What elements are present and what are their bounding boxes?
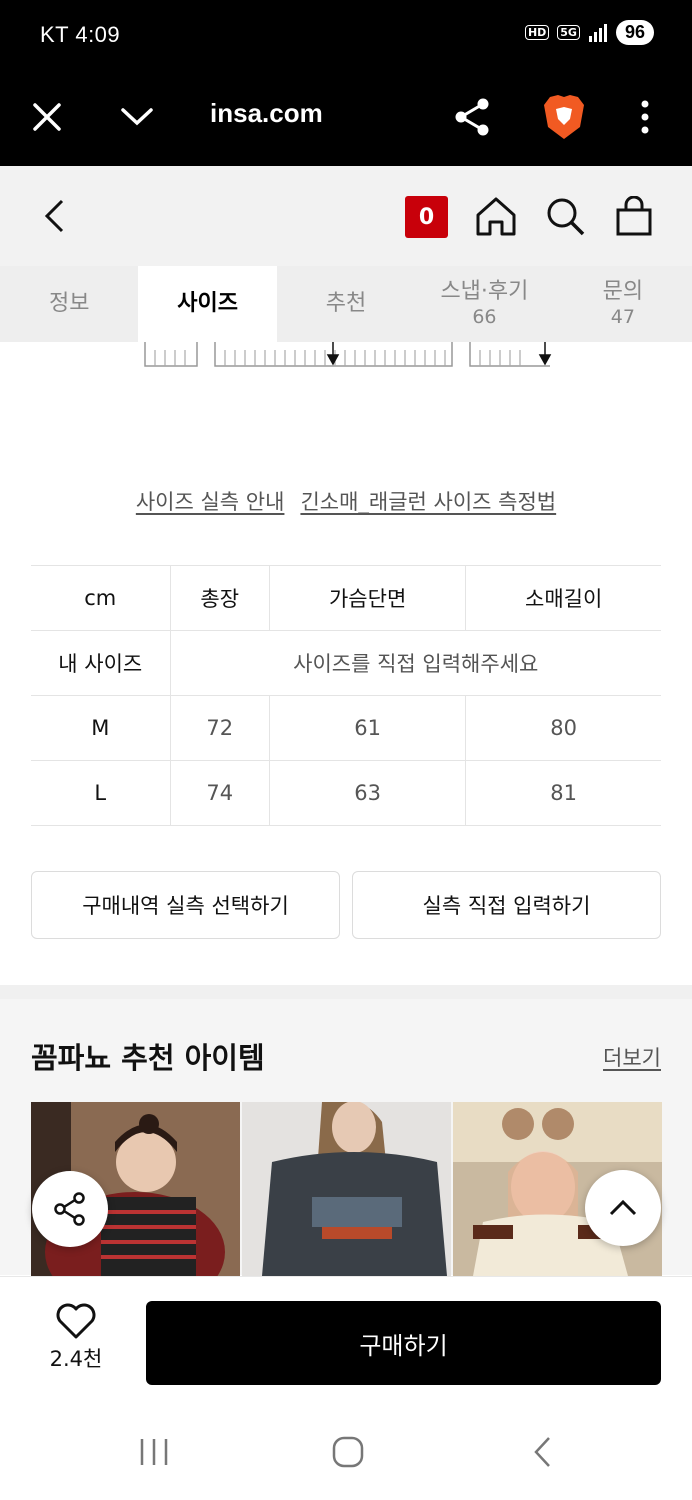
tab-size[interactable]: 사이즈 <box>138 266 277 342</box>
size-label: L <box>31 760 170 826</box>
signal-icon <box>588 23 607 42</box>
search-icon[interactable] <box>541 192 589 240</box>
tab-recommend[interactable]: 추천 <box>277 266 415 342</box>
table-cell: 72 <box>169 695 270 761</box>
tab-label: 스냅·후기 <box>440 279 529 305</box>
heart-icon <box>56 1303 96 1339</box>
chevron-up-icon <box>609 1199 637 1216</box>
tab-info[interactable]: 정보 <box>0 266 138 342</box>
share-button[interactable] <box>32 1171 108 1247</box>
size-guide-link[interactable]: 사이즈 실측 안내 <box>136 486 285 516</box>
home-nav-icon[interactable] <box>328 1432 368 1472</box>
column-header: 총장 <box>169 565 270 631</box>
back-nav-icon[interactable] <box>522 1432 562 1472</box>
tab-count: 47 <box>610 305 635 328</box>
table-cell: 63 <box>268 760 466 826</box>
tab-count: 66 <box>472 305 497 328</box>
purchase-bar: 2.4천 구매하기 <box>0 1276 692 1402</box>
hd-icon: HD <box>524 25 550 40</box>
recommend-title: 꼼파뇨 추천 아이템 <box>31 1041 265 1075</box>
home-icon[interactable] <box>472 192 520 240</box>
tab-inquiry[interactable]: 문의 47 <box>554 266 692 342</box>
size-table: cm 총장 가슴단면 소매길이 내 사이즈 사이즈를 직접 입력해주세요 M 7… <box>31 565 661 826</box>
table-cell: 80 <box>465 695 661 761</box>
share-icon <box>54 1192 85 1226</box>
unit-header: cm <box>31 565 170 631</box>
table-row: L 74 63 81 <box>31 760 661 826</box>
status-bar: KT 4:09 HD 5G 96 <box>0 0 692 70</box>
column-header: 가슴단면 <box>268 565 466 631</box>
product-thumbnail[interactable] <box>242 1102 451 1276</box>
url-bar[interactable]: insa.com <box>210 98 323 129</box>
table-header-row: cm 총장 가슴단면 소매길이 <box>31 565 661 631</box>
table-row: M 72 61 80 <box>31 695 661 761</box>
see-more-link[interactable]: 더보기 <box>603 1042 661 1072</box>
like-button[interactable]: 2.4천 <box>40 1303 112 1373</box>
my-size-input[interactable]: 사이즈를 직접 입력해주세요 <box>169 630 661 696</box>
table-cell: 74 <box>169 760 270 826</box>
select-purchase-history-button[interactable]: 구매내역 실측 선택하기 <box>31 871 340 939</box>
battery-indicator: 96 <box>615 20 654 45</box>
tab-label: 문의 <box>602 279 644 305</box>
column-header: 소매길이 <box>465 565 661 631</box>
brave-lion-icon[interactable] <box>541 94 587 140</box>
table-cell: 81 <box>465 760 661 826</box>
system-nav-bar <box>0 1402 692 1500</box>
section-divider <box>0 985 692 999</box>
my-size-row: 내 사이즈 사이즈를 직접 입력해주세요 <box>31 630 661 696</box>
measure-guide-link[interactable]: 긴소매_래글런 사이즈 측정법 <box>300 486 556 516</box>
cart-count-badge[interactable]: 0 <box>405 196 448 238</box>
app-header <box>0 166 692 266</box>
tab-label: 사이즈 <box>177 290 238 316</box>
my-size-label: 내 사이즈 <box>31 630 170 696</box>
more-vertical-icon[interactable] <box>622 94 668 140</box>
scroll-to-top-button[interactable] <box>585 1170 661 1246</box>
network-icon: 5G <box>557 25 580 40</box>
tab-label: 추천 <box>325 290 367 316</box>
table-cell: 61 <box>268 695 466 761</box>
share-icon[interactable] <box>450 94 496 140</box>
measurement-ruler-graphic <box>144 342 552 367</box>
recent-apps-icon[interactable] <box>134 1432 174 1472</box>
tab-label: 정보 <box>48 290 90 316</box>
tab-snap-review[interactable]: 스냅·후기 66 <box>415 266 553 342</box>
size-label: M <box>31 695 170 761</box>
size-guide-links: 사이즈 실측 안내 긴소매_래글런 사이즈 측정법 <box>0 486 692 516</box>
back-icon[interactable] <box>30 192 78 240</box>
status-carrier-time: KT 4:09 <box>40 22 121 47</box>
product-tabs: 정보 사이즈 추천 스냅·후기 66 문의 47 <box>0 266 692 342</box>
browser-toolbar: insa.com <box>0 70 692 166</box>
shopping-bag-icon[interactable] <box>610 192 658 240</box>
chevron-down-icon[interactable] <box>114 94 160 140</box>
buy-button[interactable]: 구매하기 <box>146 1301 661 1385</box>
close-icon[interactable] <box>24 94 70 140</box>
direct-input-button[interactable]: 실측 직접 입력하기 <box>352 871 661 939</box>
like-count: 2.4천 <box>49 1347 103 1371</box>
